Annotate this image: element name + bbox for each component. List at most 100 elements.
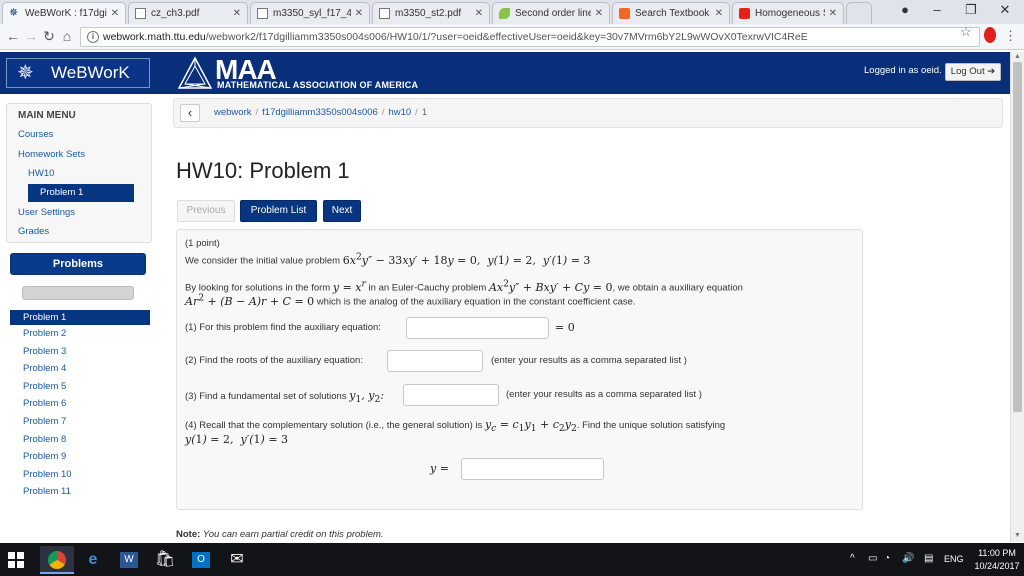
windows-taskbar: e W 🛍 O ✉ ^ ▭ ◔ 🔊 ▤ ENG 11:00 PM 10/24/2… xyxy=(0,543,1024,576)
webwork-logo[interactable]: ✵ WeBWorK xyxy=(6,58,150,88)
taskbar-clock[interactable]: 11:00 PM 10/24/2017 xyxy=(970,547,1024,573)
edge-taskbar-icon[interactable]: e xyxy=(76,546,110,574)
unique-solution-input[interactable] xyxy=(461,458,604,480)
new-tab-button[interactable] xyxy=(846,2,872,24)
outlook-taskbar-icon[interactable]: O xyxy=(184,546,218,574)
profile-icon[interactable]: ● xyxy=(890,2,920,17)
opera-extension-icon[interactable] xyxy=(984,27,996,43)
close-icon[interactable]: ✕ xyxy=(475,8,483,19)
menu-kebab-icon[interactable]: ⋮ xyxy=(1004,28,1017,44)
problem-link-11[interactable]: Problem 11 xyxy=(23,486,71,497)
breadcrumb-webwork[interactable]: webwork xyxy=(214,107,252,118)
problems-header[interactable]: Problems xyxy=(10,253,146,275)
forward-arrow-icon[interactable]: → xyxy=(22,28,40,44)
mail-taskbar-icon[interactable]: ✉ xyxy=(220,546,254,574)
action-center-icon[interactable]: ▤ xyxy=(924,553,933,564)
note-label: Note: xyxy=(176,529,201,540)
menu-item-user-settings[interactable]: User Settings xyxy=(18,207,75,218)
info-icon[interactable]: i xyxy=(87,31,99,43)
home-icon[interactable]: ⌂ xyxy=(58,28,76,44)
menu-item-homework-sets[interactable]: Homework Sets xyxy=(18,149,85,160)
problem-link-3[interactable]: Problem 3 xyxy=(23,346,66,357)
tab-title: Search Textbook S xyxy=(635,8,711,19)
close-icon[interactable]: ✕ xyxy=(355,8,363,19)
chrome-taskbar-icon[interactable] xyxy=(40,546,74,574)
tray-tablet-icon[interactable]: ▭ xyxy=(868,553,877,564)
bookmark-star-icon[interactable]: ☆ xyxy=(960,24,972,40)
close-icon[interactable]: ✕ xyxy=(111,8,119,19)
leaf-icon xyxy=(499,8,510,19)
browser-tab-second-order[interactable]: Second order linea ✕ xyxy=(492,2,610,24)
breadcrumb-back-button[interactable]: ‹ xyxy=(180,104,200,122)
logged-in-status: Logged in as oeid. xyxy=(864,65,942,76)
browser-tab-search-textbook[interactable]: Search Textbook S ✕ xyxy=(612,2,730,24)
problem-link-2[interactable]: Problem 2 xyxy=(23,328,66,339)
tray-chevron-icon[interactable]: ^ xyxy=(850,553,855,564)
q4-text-a: (4) Recall that the complementary soluti… xyxy=(185,420,483,431)
problem-link-9[interactable]: Problem 9 xyxy=(23,451,66,462)
previous-button[interactable]: Previous xyxy=(177,200,235,222)
close-icon[interactable]: ✕ xyxy=(829,8,837,19)
problem-link-5[interactable]: Problem 5 xyxy=(23,381,66,392)
problem-list-button[interactable]: Problem List xyxy=(240,200,317,222)
problem-link-10[interactable]: Problem 10 xyxy=(23,469,72,480)
volume-icon[interactable]: 🔊 xyxy=(902,553,914,564)
initial-conditions: y(1) = 2, y′(1) = 3 xyxy=(185,433,288,446)
breadcrumb-course[interactable]: f17dgilliamm3350s004s006 xyxy=(262,107,378,118)
problem-link-4[interactable]: Problem 4 xyxy=(23,363,66,374)
problem-link-7[interactable]: Problem 7 xyxy=(23,416,66,427)
windows-start-icon[interactable] xyxy=(8,552,24,568)
points-label: (1 point) xyxy=(185,238,220,249)
clock-date: 10/24/2017 xyxy=(974,561,1020,571)
maa-logo-icon[interactable] xyxy=(177,56,213,90)
menu-item-problem-1[interactable]: Problem 1 xyxy=(28,184,134,202)
scroll-up-icon[interactable]: ▲ xyxy=(1014,53,1021,60)
minimize-icon[interactable]: – xyxy=(922,2,952,17)
aux-equation-input[interactable] xyxy=(406,317,549,339)
browser-tab-webwork[interactable]: ✵ WeBWorK : f17dgi ✕ xyxy=(2,2,126,24)
next-button[interactable]: Next xyxy=(323,200,361,222)
ode-equation: 6x2y″ − 33xy′ + 18y = 0, y(1) = 2, y′(1)… xyxy=(342,251,591,267)
logout-label: Log Out xyxy=(950,66,985,77)
webwork-star-icon: ✵ xyxy=(17,62,34,84)
restore-icon[interactable]: ❐ xyxy=(956,2,986,18)
browser-toolbar: ← → ↻ ⌂ i webwork.math.ttu.edu/webwork2/… xyxy=(0,24,1024,50)
menu-item-grades[interactable]: Grades xyxy=(18,226,49,237)
q3-hint: (enter your results as a comma separated… xyxy=(506,389,702,400)
breadcrumb-set[interactable]: hw10 xyxy=(388,107,411,118)
browser-tab-homogeneous[interactable]: Homogeneous Se ✕ xyxy=(732,2,844,24)
scroll-down-icon[interactable]: ▼ xyxy=(1014,532,1021,539)
scrollbar-thumb[interactable] xyxy=(1013,62,1022,412)
problem-link-8[interactable]: Problem 8 xyxy=(23,434,66,445)
fundamental-set-input[interactable] xyxy=(403,384,499,406)
wifi-icon[interactable]: ◔ xyxy=(884,553,890,564)
page-title: HW10: Problem 1 xyxy=(176,158,350,183)
youtube-icon xyxy=(739,8,750,19)
word-taskbar-icon[interactable]: W xyxy=(112,546,146,574)
tab-title: Second order linea xyxy=(515,8,591,19)
logout-button[interactable]: Log Out ➔ xyxy=(945,63,1001,81)
close-icon[interactable]: ✕ xyxy=(595,8,603,19)
store-taskbar-icon[interactable]: 🛍 xyxy=(148,546,182,574)
q2-hint: (enter your results as a comma separated… xyxy=(491,355,687,366)
reload-icon[interactable]: ↻ xyxy=(40,28,58,45)
q4-line: (4) Recall that the complementary soluti… xyxy=(185,418,725,434)
browser-tab-st2[interactable]: m3350_st2.pdf ✕ xyxy=(372,2,490,24)
close-icon[interactable]: ✕ xyxy=(715,8,723,19)
close-icon[interactable]: ✕ xyxy=(233,8,241,19)
browser-tab-syllabus[interactable]: m3350_syl_f17_4.p ✕ xyxy=(250,2,370,24)
address-bar[interactable]: i webwork.math.ttu.edu/webwork2/f17dgill… xyxy=(80,27,980,47)
page-scrollbar[interactable]: ▲ ▼ xyxy=(1010,52,1024,542)
problem-link-1[interactable]: Problem 1 xyxy=(10,310,150,325)
analog-text: which is the analog of the auxiliary equ… xyxy=(316,296,636,308)
language-indicator[interactable]: ENG xyxy=(944,554,964,564)
back-arrow-icon[interactable]: ← xyxy=(4,28,22,44)
problems-panel: Problems Problem 1 Problem 2 Problem 3 P… xyxy=(6,250,152,508)
menu-item-courses[interactable]: Courses xyxy=(18,129,53,140)
main-menu-title: MAIN MENU xyxy=(18,110,76,121)
window-close-icon[interactable]: ✕ xyxy=(990,2,1020,18)
menu-item-hw10[interactable]: HW10 xyxy=(28,168,54,179)
problem-link-6[interactable]: Problem 6 xyxy=(23,398,66,409)
browser-tab-cz-ch3[interactable]: cz_ch3.pdf ✕ xyxy=(128,2,248,24)
roots-input[interactable] xyxy=(387,350,483,372)
